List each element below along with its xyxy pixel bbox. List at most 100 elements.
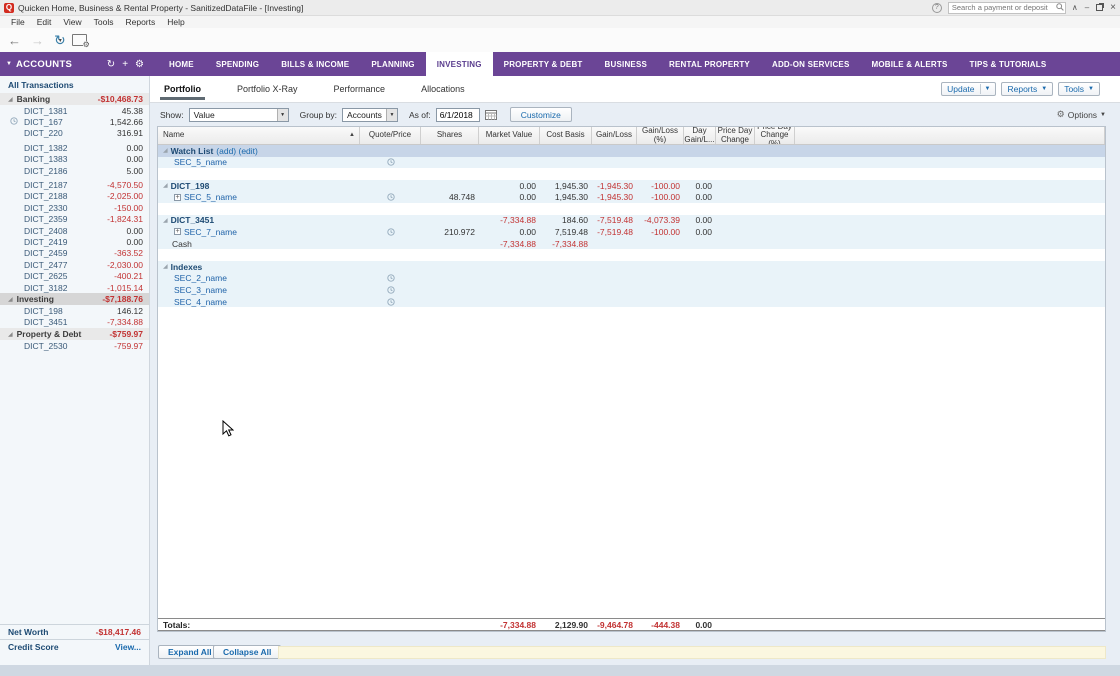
portfolio-row-sec-2-name[interactable]: SEC_2_name: [158, 273, 1105, 285]
credit-score-view-link[interactable]: View...: [115, 642, 141, 652]
expand-plus-icon[interactable]: +: [174, 228, 181, 235]
nav-tab-planning[interactable]: PLANNING: [360, 52, 425, 76]
portfolio-row-sec-3-name[interactable]: SEC_3_name: [158, 284, 1105, 296]
column-header-price-day-change[interactable]: Price Day Change: [716, 127, 755, 144]
column-header-market-value[interactable]: Market Value: [479, 127, 540, 144]
security-name-link[interactable]: SEC_4_name: [174, 297, 227, 307]
sidebar-account-dict-2187[interactable]: DICT_2187-4,570.50: [0, 179, 149, 190]
update-dropdown-icon[interactable]: ▾: [59, 37, 62, 44]
update-settings-icon[interactable]: ⚙: [72, 34, 87, 46]
menu-item-file[interactable]: File: [6, 17, 30, 27]
portfolio-row-sec-5-name[interactable]: SEC_5_name: [158, 157, 1105, 169]
sidebar-account-dict-198[interactable]: DICT_198146.12: [0, 305, 149, 316]
column-header-shares[interactable]: Shares: [421, 127, 479, 144]
sidebar-account-dict-2359[interactable]: DICT_2359-1,824.31: [0, 214, 149, 225]
sidebar-group-banking[interactable]: ◢Banking-$10,468.73: [0, 93, 149, 105]
customize-button[interactable]: Customize: [510, 107, 572, 122]
sidebar-account-dict-2330[interactable]: DICT_2330-150.00: [0, 202, 149, 213]
reports-button[interactable]: Reports▼: [1001, 82, 1053, 96]
column-header-name[interactable]: Name▲: [158, 127, 360, 144]
nav-tab-add-on-services[interactable]: ADD-ON SERVICES: [761, 52, 861, 76]
menu-item-view[interactable]: View: [58, 17, 86, 27]
group-collapse-icon[interactable]: ◢: [163, 182, 168, 189]
sidebar-account-dict-2408[interactable]: DICT_24080.00: [0, 225, 149, 236]
sidebar-all-transactions[interactable]: All Transactions: [0, 76, 149, 93]
nav-tab-mobile-alerts[interactable]: MOBILE & ALERTS: [861, 52, 959, 76]
restore-icon[interactable]: [1096, 4, 1103, 11]
collapse-all-button[interactable]: Collapse All: [213, 645, 281, 659]
tab-portfolio-x-ray[interactable]: Portfolio X-Ray: [233, 76, 302, 102]
update-button[interactable]: Update▼: [941, 82, 996, 96]
collapse-ribbon-icon[interactable]: ∧: [1072, 3, 1078, 13]
nav-tab-business[interactable]: BUSINESS: [594, 52, 659, 76]
portfolio-row-cash[interactable]: Cash-7,334.88-7,334.88: [158, 238, 1105, 250]
security-name-link[interactable]: SEC_5_name: [184, 192, 237, 202]
security-name-link[interactable]: SEC_2_name: [174, 273, 227, 283]
back-icon[interactable]: ←: [8, 33, 21, 48]
groupby-select[interactable]: Accounts ▼: [342, 108, 398, 122]
nav-tab-rental-property[interactable]: RENTAL PROPERTY: [658, 52, 761, 76]
accounts-settings-icon[interactable]: ⚙: [135, 59, 144, 70]
sidebar-account-dict-2530[interactable]: DICT_2530-759.97: [0, 340, 149, 351]
search-input[interactable]: [948, 2, 1066, 14]
accounts-collapse-icon[interactable]: ▼: [6, 61, 12, 67]
add-account-icon[interactable]: +: [122, 59, 128, 70]
sidebar-account-dict-167[interactable]: DICT_1671,542.66: [0, 116, 149, 127]
group-collapse-icon[interactable]: ◢: [163, 217, 168, 224]
help-icon[interactable]: ?: [932, 3, 942, 13]
nav-tab-bills-income[interactable]: BILLS & INCOME: [270, 52, 360, 76]
security-name-link[interactable]: SEC_3_name: [174, 285, 227, 295]
sidebar-account-dict-2477[interactable]: DICT_2477-2,030.00: [0, 259, 149, 270]
group-links[interactable]: (add) (edit): [216, 146, 258, 156]
portfolio-row-sec-5-name[interactable]: +SEC_5_name48.7480.001,945.30-1,945.30-1…: [158, 191, 1105, 203]
tools-button[interactable]: Tools▼: [1058, 82, 1100, 96]
sidebar-account-dict-2186[interactable]: DICT_21865.00: [0, 165, 149, 176]
sidebar-account-dict-3182[interactable]: DICT_3182-1,015.14: [0, 282, 149, 293]
calendar-icon[interactable]: [485, 109, 497, 120]
options-button[interactable]: ⚙ Options ▼: [1057, 109, 1106, 120]
group-collapse-icon[interactable]: ◢: [163, 263, 168, 270]
show-select[interactable]: Value ▼: [189, 108, 289, 122]
tab-performance[interactable]: Performance: [330, 76, 390, 102]
nav-tab-spending[interactable]: SPENDING: [205, 52, 270, 76]
portfolio-row-indexes[interactable]: ◢Indexes: [158, 261, 1105, 273]
accounts-refresh-icon[interactable]: ↻: [107, 59, 115, 70]
menu-item-help[interactable]: Help: [162, 17, 189, 27]
security-name-link[interactable]: SEC_7_name: [184, 227, 237, 237]
nav-tab-tips-tutorials[interactable]: TIPS & TUTORIALS: [959, 52, 1058, 76]
security-name-link[interactable]: SEC_5_name: [174, 157, 227, 167]
sidebar-group-investing[interactable]: ◢Investing-$7,188.76: [0, 293, 149, 305]
portfolio-row-watch-list[interactable]: ◢Watch List(add) (edit): [158, 145, 1105, 157]
column-header-gain-loss[interactable]: Gain/Loss: [592, 127, 637, 144]
sidebar-account-dict-1381[interactable]: DICT_138145.38: [0, 105, 149, 116]
column-header-price-day-change[interactable]: Price Day Change (%): [755, 127, 795, 144]
sidebar-account-dict-2188[interactable]: DICT_2188-2,025.00: [0, 191, 149, 202]
sidebar-account-dict-2459[interactable]: DICT_2459-363.52: [0, 248, 149, 259]
net-worth-row[interactable]: Net Worth -$18,417.46: [0, 624, 149, 639]
portfolio-row-dict-198[interactable]: ◢DICT_1980.001,945.30-1,945.30-100.000.0…: [158, 180, 1105, 192]
close-icon[interactable]: ×: [1110, 3, 1116, 13]
asof-date-input[interactable]: [436, 108, 480, 122]
column-header-day-gain-l[interactable]: Day Gain/L...: [684, 127, 716, 144]
portfolio-row-sec-4-name[interactable]: SEC_4_name: [158, 296, 1105, 308]
sidebar-account-dict-2625[interactable]: DICT_2625-400.21: [0, 270, 149, 281]
sidebar-account-dict-1383[interactable]: DICT_13830.00: [0, 154, 149, 165]
global-search[interactable]: [948, 2, 1066, 14]
sidebar-group-property-debt[interactable]: ◢Property & Debt-$759.97: [0, 328, 149, 340]
expand-plus-icon[interactable]: +: [174, 194, 181, 201]
forward-icon[interactable]: →: [31, 33, 44, 48]
minimize-icon[interactable]: –: [1085, 3, 1089, 13]
sidebar-account-dict-2419[interactable]: DICT_24190.00: [0, 236, 149, 247]
sidebar-account-dict-3451[interactable]: DICT_3451-7,334.88: [0, 317, 149, 328]
menu-item-tools[interactable]: Tools: [89, 17, 119, 27]
group-collapse-icon[interactable]: ◢: [163, 147, 168, 154]
nav-tab-investing[interactable]: INVESTING: [426, 52, 493, 76]
menu-item-edit[interactable]: Edit: [32, 17, 57, 27]
portfolio-row-dict-3451[interactable]: ◢DICT_3451-7,334.88184.60-7,519.48-4,073…: [158, 215, 1105, 227]
tab-allocations[interactable]: Allocations: [417, 76, 469, 102]
sidebar-account-dict-220[interactable]: DICT_220316.91: [0, 128, 149, 139]
column-header-quote-price[interactable]: Quote/Price: [360, 127, 421, 144]
nav-tab-property-debt[interactable]: PROPERTY & DEBT: [493, 52, 594, 76]
column-header-gain-loss[interactable]: Gain/Loss (%): [637, 127, 684, 144]
column-header-cost-basis[interactable]: Cost Basis: [540, 127, 592, 144]
